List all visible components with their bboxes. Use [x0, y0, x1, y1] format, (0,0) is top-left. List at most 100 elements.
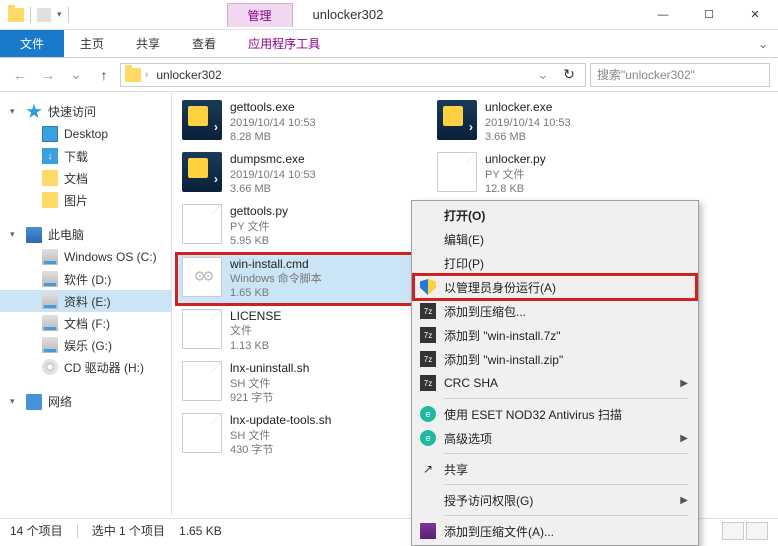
file-meta-2: 1.13 KB	[230, 339, 425, 353]
file-info: LICENSE 文件 1.13 KB	[230, 309, 425, 353]
folder-icon	[8, 8, 24, 22]
folder-icon	[125, 68, 141, 82]
sidebar-item-desktop[interactable]: Desktop	[0, 123, 171, 145]
chevron-right-icon: ▶	[680, 378, 688, 389]
window-controls: — ☐ ✕	[640, 0, 778, 30]
ctx-add-to-rar[interactable]: 添加到压缩文件(A)...	[414, 519, 696, 543]
sidebar-item-drive-e[interactable]: 资料 (E:)	[0, 290, 171, 312]
file-name: lnx-update-tools.sh	[230, 413, 425, 429]
ctx-add-to-archive[interactable]: 7z添加到压缩包...	[414, 299, 696, 323]
sidebar-item-drive-c[interactable]: Windows OS (C:)	[0, 246, 171, 268]
ribbon-expand-button[interactable]: ⌄	[748, 30, 778, 57]
label: CD 驱动器 (H:)	[64, 359, 144, 376]
cd-icon	[42, 359, 58, 375]
chevron-down-icon[interactable]: ▾	[57, 9, 62, 20]
ctx-eset-scan[interactable]: e 使用 ESET NOD32 Antivirus 扫描	[414, 402, 696, 426]
label: 文档	[64, 170, 88, 187]
label: 打开(O)	[444, 207, 485, 224]
drive-icon	[42, 337, 58, 353]
file-item[interactable]: lnx-update-tools.sh SH 文件 430 字节	[176, 409, 431, 461]
minimize-button[interactable]: —	[640, 0, 686, 30]
label: 高级选项	[444, 430, 492, 447]
file-meta-2: 3.66 MB	[485, 130, 680, 144]
qat-button[interactable]	[37, 8, 51, 22]
file-item[interactable]: LICENSE 文件 1.13 KB	[176, 305, 431, 357]
file-item[interactable]: win-install.cmd Windows 命令脚本 1.65 KB	[176, 253, 431, 305]
file-item[interactable]: lnx-uninstall.sh SH 文件 921 字节	[176, 357, 431, 409]
ribbon-tabs: 文件 主页 共享 查看 应用程序工具 ⌄	[0, 30, 778, 58]
file-thumbnail: ›	[182, 100, 222, 140]
label: 快速访问	[48, 103, 96, 120]
status-size: 1.65 KB	[179, 524, 222, 538]
file-info: dumpsmc.exe 2019/10/14 10:53 3.66 MB	[230, 152, 425, 196]
sidebar-item-documents[interactable]: 文档	[0, 167, 171, 189]
network-group[interactable]: 网络	[0, 390, 171, 413]
app-tools-tab[interactable]: 应用程序工具	[232, 30, 336, 57]
sidebar-item-downloads[interactable]: 下载	[0, 145, 171, 167]
close-button[interactable]: ✕	[732, 0, 778, 30]
file-meta-1: 2019/10/14 10:53	[485, 116, 680, 130]
icons-view-button[interactable]	[746, 522, 768, 540]
maximize-button[interactable]: ☐	[686, 0, 732, 30]
address-bar[interactable]: › unlocker302 ⌄ ↻	[120, 63, 586, 87]
sidebar-item-drive-h[interactable]: CD 驱动器 (H:)	[0, 356, 171, 378]
file-meta-1: PY 文件	[230, 220, 425, 234]
drive-icon	[42, 315, 58, 331]
file-item[interactable]: › gettools.exe 2019/10/14 10:53 8.28 MB	[176, 96, 431, 148]
folder-icon	[42, 192, 58, 208]
ctx-open[interactable]: 打开(O)	[414, 203, 696, 227]
refresh-button[interactable]: ↻	[557, 63, 581, 87]
forward-button[interactable]: →	[36, 63, 60, 87]
ctx-crc-sha[interactable]: 7zCRC SHA▶	[414, 371, 696, 395]
separator	[77, 524, 78, 538]
file-name: unlocker.exe	[485, 100, 680, 116]
view-tab[interactable]: 查看	[176, 30, 232, 57]
file-meta-1: 文件	[230, 324, 425, 338]
label: 软件 (D:)	[64, 271, 111, 288]
address-dropdown-button[interactable]: ⌄	[531, 63, 555, 87]
navigation-pane[interactable]: 快速访问 Desktop 下载 文档 图片 此电脑 Windows OS (C:…	[0, 92, 172, 515]
back-button[interactable]: ←	[8, 63, 32, 87]
ctx-run-as-admin[interactable]: 以管理员身份运行(A)	[414, 275, 696, 299]
file-thumbnail: ›	[182, 152, 222, 192]
home-tab[interactable]: 主页	[64, 30, 120, 57]
chevron-right-icon: ▶	[680, 495, 688, 506]
ctx-grant-access[interactable]: 授予访问权限(G) ▶	[414, 488, 696, 512]
file-item[interactable]: unlocker.py PY 文件 12.8 KB	[431, 148, 686, 200]
file-item[interactable]: gettools.py PY 文件 5.95 KB	[176, 200, 431, 252]
sidebar-item-drive-f[interactable]: 文档 (F:)	[0, 312, 171, 334]
up-button[interactable]: ↑	[92, 63, 116, 87]
recent-locations-button[interactable]: ⌄	[64, 63, 88, 87]
sidebar-item-drive-d[interactable]: 软件 (D:)	[0, 268, 171, 290]
ctx-advanced-options[interactable]: e高级选项▶	[414, 426, 696, 450]
separator	[30, 7, 31, 23]
label: 授予访问权限(G)	[444, 492, 533, 509]
file-meta-2: 921 字节	[230, 391, 425, 405]
ctx-share[interactable]: ↗共享	[414, 457, 696, 481]
ctx-edit[interactable]: 编辑(E)	[414, 227, 696, 251]
eset-icon: e	[420, 430, 436, 446]
chevron-right-icon[interactable]: ›	[145, 69, 148, 80]
file-meta-1: SH 文件	[230, 429, 425, 443]
share-tab[interactable]: 共享	[120, 30, 176, 57]
file-tab[interactable]: 文件	[0, 30, 64, 57]
details-view-button[interactable]	[722, 522, 744, 540]
eset-icon: e	[420, 406, 436, 422]
file-item[interactable]: › dumpsmc.exe 2019/10/14 10:53 3.66 MB	[176, 148, 431, 200]
ctx-add-to-7z[interactable]: 7z添加到 "win-install.7z"	[414, 323, 696, 347]
file-item[interactable]: › unlocker.exe 2019/10/14 10:53 3.66 MB	[431, 96, 686, 148]
ctx-add-to-zip[interactable]: 7z添加到 "win-install.zip"	[414, 347, 696, 371]
file-thumbnail	[182, 413, 222, 453]
search-input[interactable]: 搜索"unlocker302"	[590, 63, 770, 87]
sidebar-item-pictures[interactable]: 图片	[0, 189, 171, 211]
ctx-print[interactable]: 打印(P)	[414, 251, 696, 275]
label: 使用 ESET NOD32 Antivirus 扫描	[444, 406, 622, 423]
window-title: unlocker302	[313, 7, 384, 22]
separator	[68, 7, 69, 23]
this-pc-group[interactable]: 此电脑	[0, 223, 171, 246]
breadcrumb-segment[interactable]: unlocker302	[152, 68, 225, 82]
label: 文档 (F:)	[64, 315, 110, 332]
quick-access-group[interactable]: 快速访问	[0, 100, 171, 123]
sidebar-item-drive-g[interactable]: 娱乐 (G:)	[0, 334, 171, 356]
file-meta-2: 12.8 KB	[485, 182, 680, 196]
